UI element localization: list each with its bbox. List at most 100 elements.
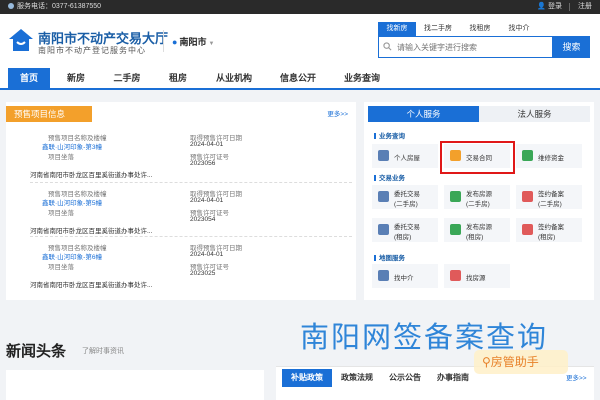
presale-more-link[interactable]: 更多>> xyxy=(327,108,348,118)
top-bar: 服务电话：0377-61387550 👤 登录 注册 xyxy=(0,0,600,14)
svc-label: 委托交易 xyxy=(394,224,420,231)
search-input[interactable] xyxy=(378,36,553,58)
news-subtitle: 了解时事资讯 xyxy=(82,348,124,355)
svc-find-listing[interactable]: 找房源 xyxy=(444,264,510,288)
search-tab-rent[interactable]: 找租房 xyxy=(460,22,500,36)
section-map-title: 地图服务 xyxy=(374,252,405,262)
svc-sign-resale[interactable]: 签约备案 (二手房) xyxy=(516,185,582,209)
svc-sublabel: (租房) xyxy=(538,234,556,241)
item-date: 2024-04-01 xyxy=(190,251,224,258)
svc-entrust-rent[interactable]: 委托交易 (租房) xyxy=(372,218,438,242)
sign-icon xyxy=(522,224,533,235)
nav-info-public[interactable]: 信息公开 xyxy=(270,68,326,88)
svc-sublabel: (二手房) xyxy=(394,201,418,208)
house-icon xyxy=(378,150,389,161)
hotline-text: 服务电话：0377-61387550 xyxy=(17,3,102,10)
policy-more-link[interactable]: 更多>> xyxy=(566,372,587,382)
phone-icon xyxy=(8,3,14,9)
divider xyxy=(30,182,352,183)
svc-label: 签约备案 xyxy=(538,191,564,198)
tab-regulations[interactable]: 政策法规 xyxy=(334,369,380,387)
item-permit: 2023056 xyxy=(190,160,216,167)
item-location-label: 项目坐落 xyxy=(48,264,74,271)
nav-rent[interactable]: 租房 xyxy=(158,68,198,88)
topbar-divider xyxy=(569,3,570,11)
house-publish-icon xyxy=(450,191,461,202)
svc-sublabel: (二手房) xyxy=(538,201,562,208)
presale-item: 预售项目名称及楼幢 鑫联·山河印象-第6幢 取得预售许可日期 2024-04-0… xyxy=(30,242,344,289)
highlight-box xyxy=(440,141,515,174)
wrench-icon xyxy=(522,150,533,161)
svc-publish-resale[interactable]: 发布房源 (二手房) xyxy=(444,185,510,209)
login-link[interactable]: 👤 登录 xyxy=(537,0,562,14)
svc-entrust-resale[interactable]: 委托交易 (二手房) xyxy=(372,185,438,209)
services-panel: 个人服务 法人服务 业务查询 个人房屋 交易合同 维修资金 交易业务 委托交易 … xyxy=(364,102,594,300)
main-nav: 首页 新房 二手房 租房 从业机构 信息公开 业务查询 xyxy=(0,68,600,90)
nav-business-query[interactable]: 业务查询 xyxy=(334,68,390,88)
svc-sublabel: (租房) xyxy=(466,234,484,241)
item-name-link[interactable]: 鑫联·山河印象-第5幢 xyxy=(42,197,102,207)
item-date: 2024-04-01 xyxy=(190,197,224,204)
svc-label: 发布房源 xyxy=(466,224,492,231)
magnifier-icon: ⚲ xyxy=(482,355,491,369)
search-icon xyxy=(383,42,392,51)
svc-sublabel: (租房) xyxy=(394,234,412,241)
nav-new-house[interactable]: 新房 xyxy=(56,68,96,88)
site-subtitle: 南阳市不动产登记服务中心 xyxy=(38,46,146,55)
location-pin-icon: ● xyxy=(172,37,178,47)
agent-icon xyxy=(378,270,389,281)
presale-panel: 预售项目信息 更多>> 预售项目名称及楼幢 鑫联·山河印象-第3幢 取得预售许可… xyxy=(6,102,356,300)
house-logo-icon xyxy=(9,29,33,51)
tab-subsidy-policy[interactable]: 补贴政策 xyxy=(282,369,332,387)
search-tab-agent[interactable]: 找中介 xyxy=(500,22,538,36)
listing-icon xyxy=(450,270,461,281)
item-location-label: 项目坐落 xyxy=(48,210,74,217)
item-name-link[interactable]: 鑫联·山河印象-第6幢 xyxy=(42,251,102,261)
svc-personal-house[interactable]: 个人房屋 xyxy=(372,144,438,168)
handshake-icon xyxy=(378,191,389,202)
item-address: 河南省南阳市卧龙区百里奚街道办事处许... xyxy=(30,282,153,289)
tab-personal-services[interactable]: 个人服务 xyxy=(368,106,479,122)
handshake-icon xyxy=(378,224,389,235)
presale-item: 预售项目名称及楼幢 鑫联·山河印象-第3幢 取得预售许可日期 2024-04-0… xyxy=(30,130,344,179)
item-address: 河南省南阳市卧龙区百里奚街道办事处许... xyxy=(30,228,153,235)
svc-label: 发布房源 xyxy=(466,191,492,198)
tab-guides[interactable]: 办事指南 xyxy=(430,369,476,387)
item-permit: 2023025 xyxy=(190,270,216,277)
section-query-title: 业务查询 xyxy=(374,130,405,140)
svc-sublabel: (二手房) xyxy=(466,201,490,208)
house-publish-icon xyxy=(450,224,461,235)
item-location-label: 项目坐落 xyxy=(48,154,74,161)
svc-sign-rent[interactable]: 签约备案 (租房) xyxy=(516,218,582,242)
section-trade-title: 交易业务 xyxy=(374,172,405,182)
svc-label: 维修资金 xyxy=(538,155,564,162)
hotline: 服务电话：0377-61387550 xyxy=(8,0,101,14)
search-tab-resale[interactable]: 找二手房 xyxy=(416,22,460,36)
nav-agencies[interactable]: 从业机构 xyxy=(206,68,262,88)
city-selector[interactable]: ● 南阳市 ▼ xyxy=(172,35,214,48)
news-box xyxy=(6,370,264,400)
item-date: 2024-04-01 xyxy=(190,141,224,148)
svc-label: 签约备案 xyxy=(538,224,564,231)
sign-icon xyxy=(522,191,533,202)
svc-publish-rent[interactable]: 发布房源 (租房) xyxy=(444,218,510,242)
svc-label: 个人房屋 xyxy=(394,155,420,162)
item-name-link[interactable]: 鑫联·山河印象-第3幢 xyxy=(42,141,102,151)
search-tab-new[interactable]: 找新房 xyxy=(378,22,416,36)
nav-resale[interactable]: 二手房 xyxy=(104,68,150,88)
header-divider xyxy=(163,30,164,52)
svc-label: 委托交易 xyxy=(394,191,420,198)
svc-maintenance-fund[interactable]: 维修资金 xyxy=(516,144,582,168)
city-label: 南阳市 xyxy=(179,37,207,47)
presale-item: 预售项目名称及楼幢 鑫联·山河印象-第5幢 取得预售许可日期 2024-04-0… xyxy=(30,188,344,235)
watermark-badge: ⚲房管助手 xyxy=(474,350,568,374)
divider xyxy=(30,236,352,237)
svc-find-agent[interactable]: 找中介 xyxy=(372,264,438,288)
tab-announcements[interactable]: 公示公告 xyxy=(382,369,428,387)
nav-home[interactable]: 首页 xyxy=(8,68,50,88)
news-title: 新闻头条 xyxy=(6,343,67,360)
svc-label: 找房源 xyxy=(466,275,486,282)
tab-corporate-services[interactable]: 法人服务 xyxy=(479,106,590,122)
register-link[interactable]: 注册 xyxy=(578,0,592,14)
search-button[interactable]: 搜索 xyxy=(553,36,590,58)
